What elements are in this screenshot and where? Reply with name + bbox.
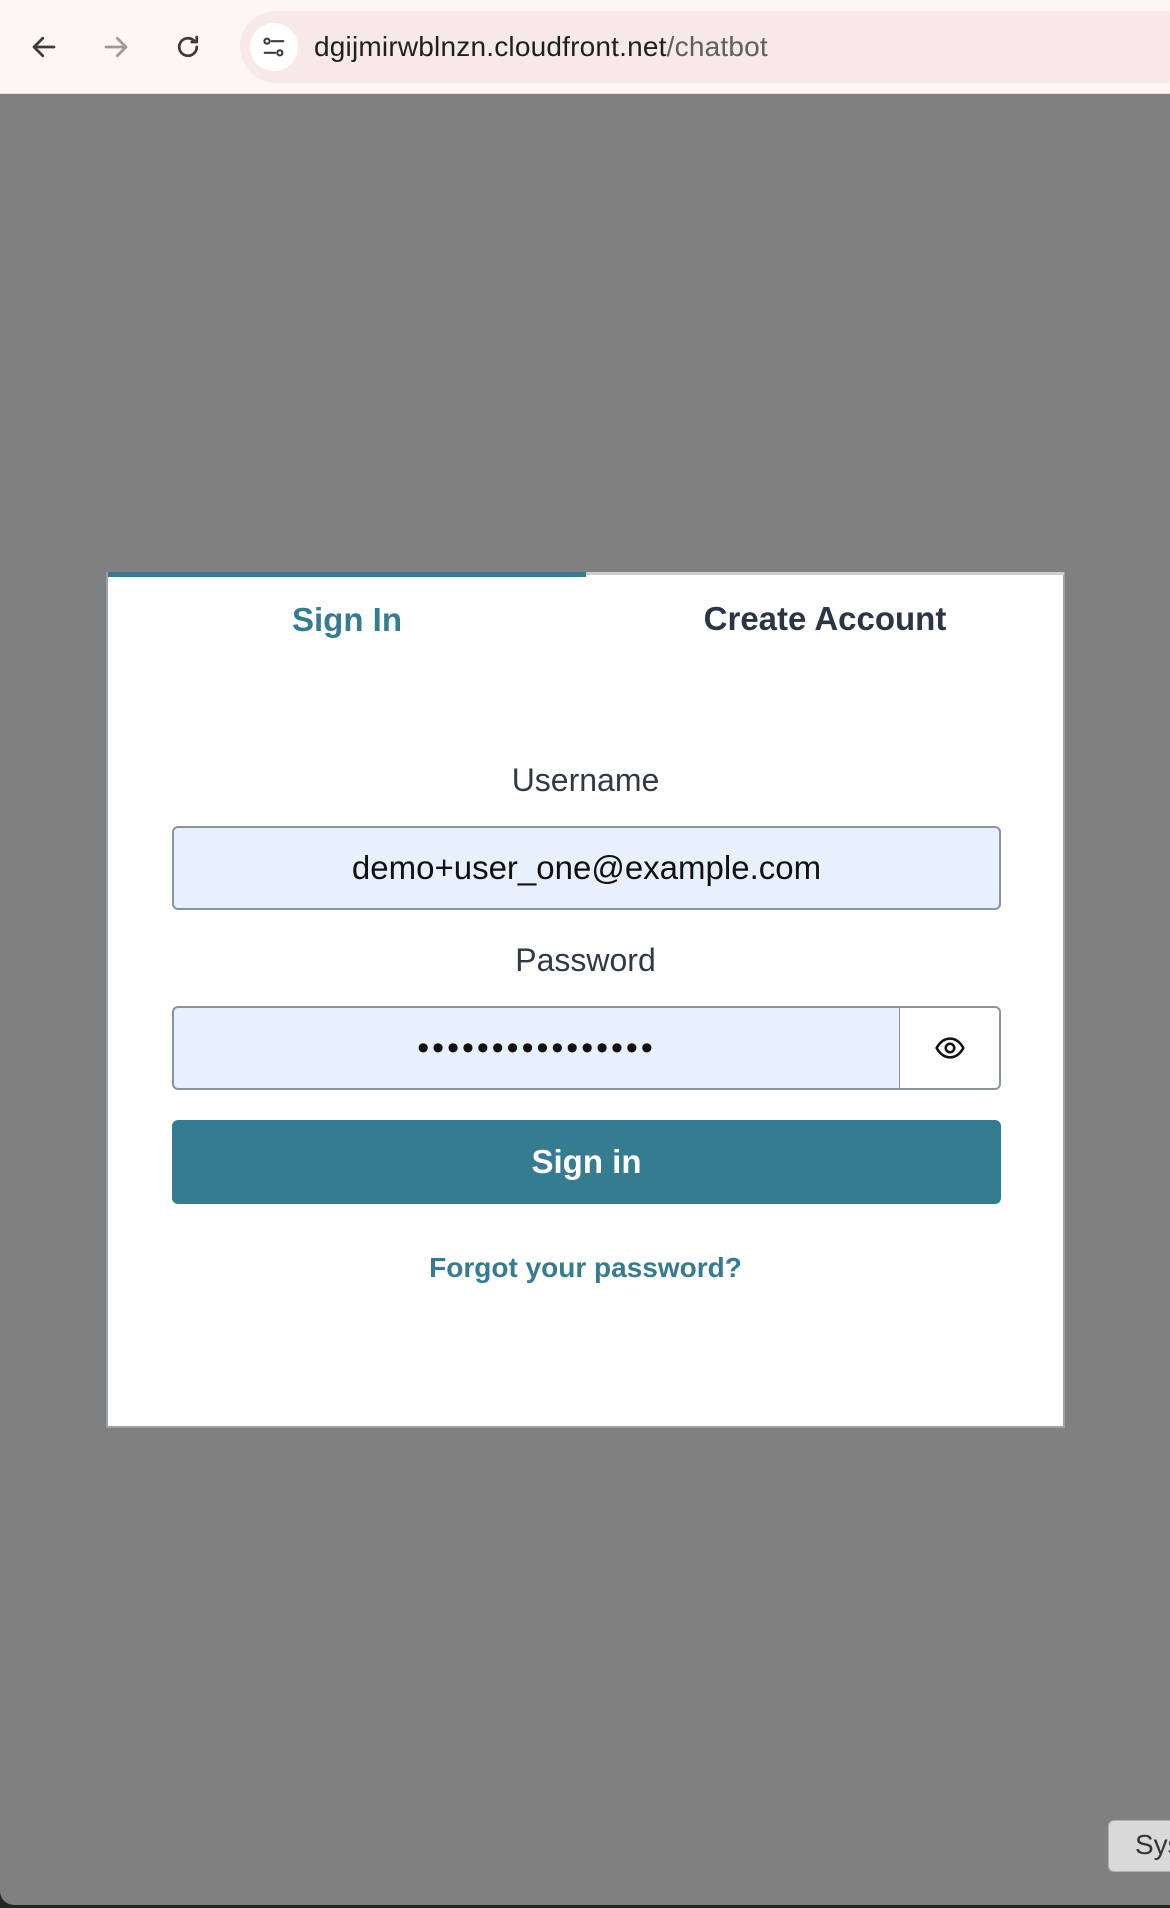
corner-system-button[interactable]: Sys — [1108, 1820, 1170, 1872]
back-arrow-icon — [32, 36, 56, 58]
site-settings-icon — [263, 37, 285, 57]
tab-sign-in[interactable]: Sign In — [108, 572, 586, 662]
auth-card: Sign In Create Account Username demo+use… — [106, 572, 1065, 1428]
forward-arrow-icon — [104, 36, 128, 58]
url-text[interactable]: dgijmirwblnzn.cloudfront.net/chatbot — [314, 31, 768, 63]
url-path: /chatbot — [666, 31, 768, 62]
forward-button[interactable] — [94, 22, 138, 72]
reload-button[interactable] — [166, 22, 210, 72]
password-label: Password — [515, 942, 656, 978]
address-bar[interactable]: dgijmirwblnzn.cloudfront.net/chatbot — [240, 11, 1170, 83]
username-label: Username — [511, 762, 660, 798]
forgot-password-link[interactable]: Forgot your password? — [108, 1252, 1063, 1284]
browser-window: dgijmirwblnzn.cloudfront.net/chatbot Sig… — [0, 0, 1170, 1905]
tab-create-account[interactable]: Create Account — [586, 572, 1064, 662]
reload-icon — [177, 35, 199, 58]
site-info-button[interactable] — [250, 23, 298, 71]
password-input[interactable]: •••••••••••••••• — [172, 1006, 901, 1090]
username-input[interactable]: demo+user_one@example.com — [172, 826, 1001, 910]
sign-in-button[interactable]: Sign in — [172, 1120, 1001, 1204]
auth-tabs: Sign In Create Account — [108, 572, 1064, 662]
eye-icon — [934, 1037, 965, 1059]
show-password-button[interactable] — [899, 1006, 1001, 1090]
back-button[interactable] — [22, 22, 66, 72]
browser-toolbar: dgijmirwblnzn.cloudfront.net/chatbot — [0, 0, 1170, 94]
url-host: dgijmirwblnzn.cloudfront.net — [314, 31, 667, 62]
